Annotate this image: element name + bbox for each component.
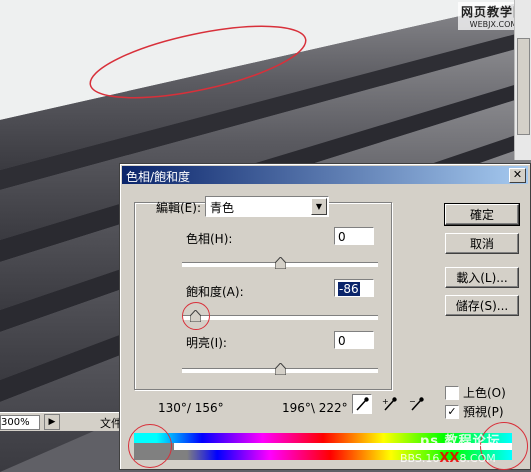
- watermark-forum: ps 教程论坛: [420, 434, 501, 449]
- svg-text:+: +: [382, 397, 389, 406]
- highlight-circle: [128, 424, 172, 468]
- eyedropper-plus-button[interactable]: +: [380, 394, 400, 414]
- watermark-forum-url: BBS.16XX8.COM: [400, 451, 496, 466]
- preview-label: 預視(P): [463, 405, 504, 419]
- scrollbar-thumb[interactable]: [517, 38, 530, 135]
- hue-slider-thumb[interactable]: [274, 257, 286, 269]
- eyedropper-minus-button[interactable]: −: [407, 394, 427, 414]
- watermark-url-suffix: 8.COM: [459, 452, 496, 465]
- hue-saturation-dialog: 色相/飽和度 ✕ 編輯(E): 青色 ▼ 色相(H): 0 飽和度(A): -8…: [119, 163, 531, 470]
- save-button[interactable]: 儲存(S)...: [445, 295, 519, 316]
- dialog-titlebar[interactable]: 色相/飽和度 ✕: [122, 166, 528, 184]
- cancel-button[interactable]: 取消: [445, 233, 519, 254]
- hue-input[interactable]: 0: [334, 227, 374, 245]
- close-button[interactable]: ✕: [509, 168, 526, 183]
- dialog-title: 色相/飽和度: [126, 170, 191, 184]
- colorize-label: 上色(O): [463, 386, 506, 400]
- load-button[interactable]: 載入(L)...: [445, 267, 519, 288]
- range-left-readout: 130°/ 156°: [158, 401, 224, 415]
- edit-channel-value: 青色: [210, 201, 235, 215]
- chevron-down-icon[interactable]: ▼: [311, 198, 327, 215]
- zoom-field[interactable]: 300%: [0, 415, 40, 430]
- watermark-url-mark: XX: [439, 451, 460, 466]
- edit-channel-select[interactable]: 青色 ▼: [205, 196, 329, 217]
- eyedropper-tool-button[interactable]: [352, 394, 372, 414]
- edit-label: 編輯(E):: [156, 201, 201, 215]
- svg-text:−: −: [409, 397, 416, 406]
- eyedropper-minus-icon: −: [409, 397, 424, 411]
- status-bar: 300% ▶ 文件: [0, 412, 125, 431]
- lightness-slider-thumb[interactable]: [274, 363, 286, 375]
- colorize-checkbox[interactable]: [445, 386, 459, 400]
- eyedropper-plus-icon: +: [382, 397, 397, 411]
- saturation-value: -86: [338, 282, 360, 296]
- hue-label: 色相(H):: [186, 232, 233, 246]
- saturation-slider-track[interactable]: [182, 315, 378, 320]
- ok-button[interactable]: 確定: [444, 203, 520, 226]
- saturation-label: 飽和度(A):: [186, 285, 244, 299]
- eyedropper-icon: [356, 397, 369, 411]
- saturation-input[interactable]: -86: [334, 279, 374, 297]
- range-right-readout: 196°\ 222°: [282, 401, 348, 415]
- highlight-circle: [182, 302, 210, 330]
- lightness-input[interactable]: 0: [334, 331, 374, 349]
- lightness-label: 明亮(I):: [186, 336, 227, 350]
- navigator-button[interactable]: ▶: [44, 414, 60, 430]
- vertical-scrollbar[interactable]: [514, 0, 531, 160]
- watermark-url-prefix: BBS.16: [400, 452, 440, 465]
- preview-checkbox[interactable]: ✓: [445, 405, 459, 419]
